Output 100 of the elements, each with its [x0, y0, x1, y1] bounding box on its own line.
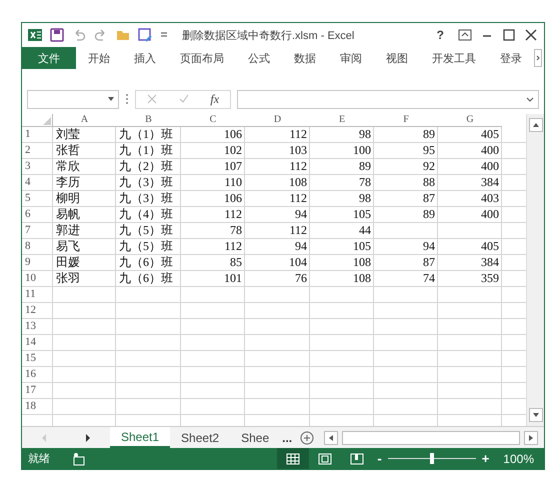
row-header[interactable]: 2: [22, 143, 53, 159]
table-cell-text: 九（4）班: [118, 207, 174, 223]
scroll-up-button[interactable]: [528, 118, 542, 132]
table-cell-text: 89: [358, 159, 372, 175]
chevron-down-icon: [526, 96, 534, 102]
table-cell-text: 88: [422, 175, 436, 191]
table-cell-text: 张羽: [55, 271, 81, 287]
table-cell-text: 400: [480, 207, 500, 223]
horizontal-scrollbar[interactable]: [342, 430, 520, 444]
row-header[interactable]: 11: [22, 287, 53, 303]
table-cell-text: 108: [352, 255, 372, 271]
ribbon-tab[interactable]: 开始: [76, 47, 122, 69]
column-header[interactable]: G: [438, 114, 502, 127]
view-button[interactable]: [277, 448, 310, 469]
caret-down-icon: [108, 97, 114, 101]
table-cell-text: 易帆: [55, 207, 81, 223]
column-header[interactable]: E: [310, 114, 374, 127]
table-cell-text: 405: [480, 127, 500, 143]
save-icon[interactable]: [50, 28, 64, 42]
table-cell-text: 112: [223, 207, 243, 223]
formula-field[interactable]: [237, 90, 539, 108]
scroll-left-button[interactable]: [324, 430, 338, 444]
table-cell-text: 107: [223, 159, 243, 175]
table-cell-text: 九（5）班: [118, 239, 174, 255]
column-header[interactable]: D: [245, 114, 310, 127]
chevron-right-icon[interactable]: [534, 47, 542, 69]
table-cell-text: 九（3）班: [118, 191, 174, 207]
row-header[interactable]: 14: [22, 335, 53, 351]
row-header[interactable]: 7: [22, 223, 53, 239]
table-cell-text: 九（1）班: [118, 127, 174, 143]
table-cell-text: 112: [288, 191, 308, 207]
ribbon-tab[interactable]: 视图: [374, 47, 420, 69]
row-header[interactable]: 15: [22, 351, 53, 367]
table-cell-text: 112: [288, 223, 308, 239]
scroll-right-button[interactable]: [524, 430, 538, 444]
ribbon-tab[interactable]: 数据: [282, 47, 328, 69]
column-header[interactable]: B: [116, 114, 181, 127]
table-cell-text: 112: [288, 159, 308, 175]
arrow-right-icon: [529, 434, 533, 440]
scroll-down-button[interactable]: [528, 408, 542, 422]
table-cell-text: 94: [294, 239, 308, 255]
table-cell-text: 87: [422, 255, 436, 271]
row-header[interactable]: 17: [22, 383, 53, 399]
row-header[interactable]: 10: [22, 271, 53, 287]
zoom-level[interactable]: 100%: [503, 452, 534, 466]
row-header[interactable]: 18: [22, 399, 53, 415]
ribbon-tab[interactable]: 插入: [122, 47, 168, 69]
column-header[interactable]: F: [374, 114, 438, 127]
grid-icon: [286, 452, 300, 464]
column-header[interactable]: C: [181, 114, 245, 127]
table-cell-text: 405: [480, 239, 500, 255]
ribbon-tab[interactable]: 公式: [236, 47, 282, 69]
save-as-icon[interactable]: [138, 28, 152, 42]
table-cell-text: 384: [480, 175, 500, 191]
zoom-in-button[interactable]: +: [478, 451, 494, 466]
close-icon[interactable]: [524, 28, 538, 42]
table-cell-text: 89: [422, 207, 436, 223]
table-cell-text: 104: [288, 255, 308, 271]
row-header[interactable]: 8: [22, 239, 53, 255]
ribbon-tab[interactable]: 审阅: [328, 47, 374, 69]
row-header[interactable]: 5: [22, 191, 53, 207]
column-header[interactable]: A: [53, 114, 116, 127]
sheet-tab[interactable]: Sheet1: [110, 427, 170, 448]
table-cell-text: 102: [223, 143, 243, 159]
row-header[interactable]: 1: [22, 127, 53, 143]
table-cell-text: 柳明: [55, 191, 81, 207]
insert-function-button[interactable]: fx: [210, 92, 220, 106]
table-cell-text: 76: [294, 271, 308, 287]
spreadsheet-logo-icon: [28, 28, 42, 42]
ribbon-tab[interactable]: 登录: [488, 47, 534, 69]
more-sheets-button[interactable]: ...: [282, 430, 292, 444]
row-header[interactable]: 4: [22, 175, 53, 191]
ribbon-display-icon[interactable]: [458, 28, 472, 42]
zoom-slider-thumb[interactable]: [430, 453, 434, 464]
help-button[interactable]: ?: [430, 28, 450, 42]
ribbon-tab[interactable]: 页面布局: [168, 47, 236, 69]
row-header[interactable]: 16: [22, 367, 53, 383]
file-tab[interactable]: 文件: [22, 47, 76, 69]
table-cell-text: 89: [422, 127, 436, 143]
drag-handle-icon: [125, 93, 129, 105]
macro-record-icon[interactable]: [72, 452, 86, 466]
maximize-icon[interactable]: [502, 28, 516, 42]
sheet-tab[interactable]: Shee: [230, 427, 280, 448]
table-cell-text: 106: [223, 127, 243, 143]
row-header[interactable]: 13: [22, 319, 53, 335]
table-cell-text: 九（2）班: [118, 159, 174, 175]
row-header[interactable]: 6: [22, 207, 53, 223]
arrow-left-icon: [329, 434, 334, 440]
row-header[interactable]: 9: [22, 255, 53, 271]
ribbon-tab[interactable]: 开发工具: [420, 47, 488, 69]
next-sheet-icon[interactable]: [85, 434, 91, 442]
table-cell-text: 100: [352, 143, 372, 159]
add-sheet-icon[interactable]: [300, 430, 314, 444]
table-cell-text: 九（5）班: [118, 223, 174, 239]
table-cell-text: 384: [480, 255, 500, 271]
status-text: 就绪: [28, 452, 50, 466]
zoom-out-button[interactable]: -: [373, 451, 386, 466]
row-header[interactable]: 3: [22, 159, 53, 175]
sheet-tab[interactable]: Sheet2: [170, 427, 230, 448]
row-header[interactable]: 12: [22, 303, 53, 319]
